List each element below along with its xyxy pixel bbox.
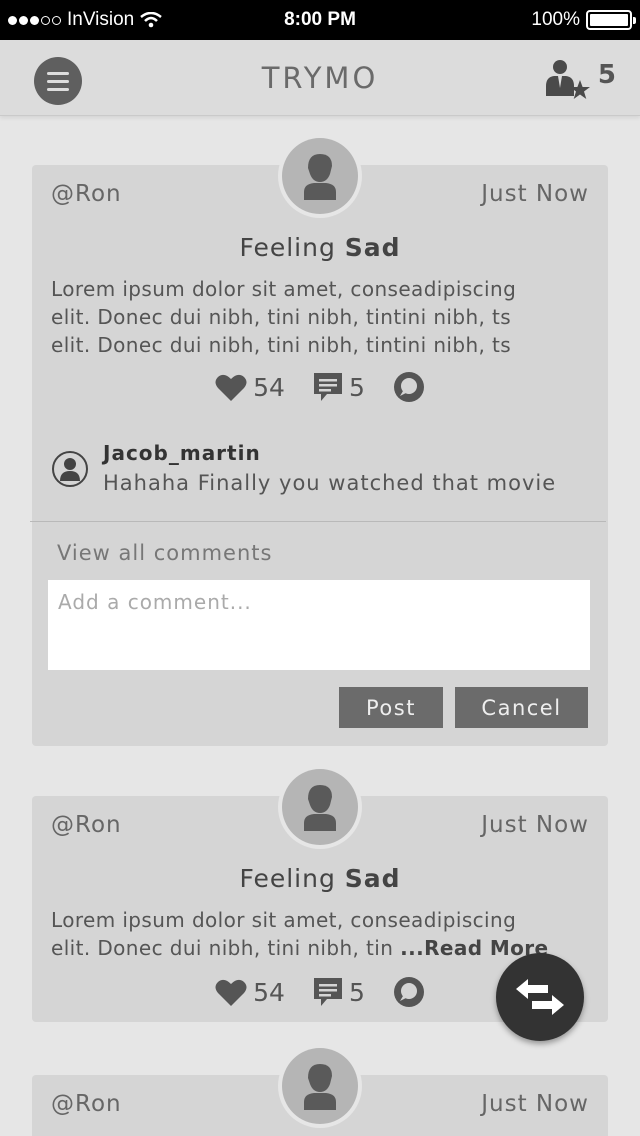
chat-button[interactable] bbox=[393, 976, 425, 1008]
swap-arrows-icon bbox=[516, 979, 564, 1015]
chat-button[interactable] bbox=[393, 371, 425, 403]
chat-bubble-icon bbox=[393, 372, 424, 402]
post-avatar[interactable] bbox=[278, 1044, 362, 1128]
post-timestamp: Just Now bbox=[481, 181, 589, 207]
cancel-button[interactable]: Cancel bbox=[455, 687, 588, 728]
post-timestamp: Just Now bbox=[481, 1091, 589, 1117]
like-button[interactable]: 54 bbox=[215, 978, 285, 1007]
post-timestamp: Just Now bbox=[481, 812, 589, 838]
like-count: 54 bbox=[253, 372, 285, 402]
comment-count: 5 bbox=[348, 372, 365, 402]
comment-author[interactable]: Jacob_martin bbox=[103, 441, 261, 465]
post-avatar[interactable] bbox=[278, 765, 362, 849]
nav-bar: TRYMO 5 bbox=[0, 40, 640, 116]
post-button[interactable]: Post bbox=[339, 687, 443, 728]
battery-label: 100% bbox=[531, 9, 580, 30]
friends-button[interactable]: 5 bbox=[544, 58, 616, 102]
post-username[interactable]: @Ron bbox=[51, 812, 122, 838]
comment-count: 5 bbox=[348, 977, 365, 1007]
battery-icon bbox=[586, 10, 636, 30]
like-count: 54 bbox=[253, 977, 285, 1007]
user-avatar-icon bbox=[304, 154, 336, 200]
heart-icon bbox=[215, 374, 247, 401]
chat-bubble-icon bbox=[393, 977, 424, 1007]
user-avatar-icon bbox=[304, 785, 336, 831]
comment-button[interactable]: 5 bbox=[313, 977, 365, 1007]
swap-fab-button[interactable] bbox=[496, 953, 584, 1041]
user-avatar-icon bbox=[304, 1064, 336, 1110]
user-avatar-icon[interactable] bbox=[52, 451, 88, 487]
post-body: Lorem ipsum dolor sit amet, conseadipisc… bbox=[51, 277, 517, 357]
post-avatar[interactable] bbox=[278, 134, 362, 218]
post-username[interactable]: @Ron bbox=[51, 1091, 122, 1117]
post-feeling: Feeling Sad bbox=[239, 233, 401, 262]
post-username[interactable]: @Ron bbox=[51, 181, 122, 207]
view-all-comments-link[interactable]: View all comments bbox=[57, 541, 272, 565]
like-button[interactable]: 54 bbox=[215, 373, 285, 402]
post-body: Lorem ipsum dolor sit amet, conseadipisc… bbox=[51, 908, 549, 960]
friends-star-icon bbox=[546, 60, 590, 99]
comment-input[interactable] bbox=[48, 580, 590, 670]
post-actions: 54 5 bbox=[32, 371, 608, 403]
post-card: @Ron Just Now bbox=[32, 1044, 608, 1136]
comment-button[interactable]: 5 bbox=[313, 372, 365, 402]
heart-icon bbox=[215, 979, 247, 1006]
comment-text: Hahaha Finally you watched that movie bbox=[103, 471, 557, 495]
status-bar: InVision 8:00 PM 100% bbox=[0, 0, 640, 40]
post-feeling: Feeling Sad bbox=[239, 864, 401, 893]
divider bbox=[30, 521, 606, 522]
friends-count: 5 bbox=[597, 60, 616, 90]
comment-icon bbox=[313, 373, 342, 401]
comment-icon bbox=[313, 978, 342, 1006]
status-right: 100% bbox=[531, 9, 636, 31]
post-card: @Ron Just Now Feeling Sad Lorem ipsum do… bbox=[30, 134, 608, 746]
